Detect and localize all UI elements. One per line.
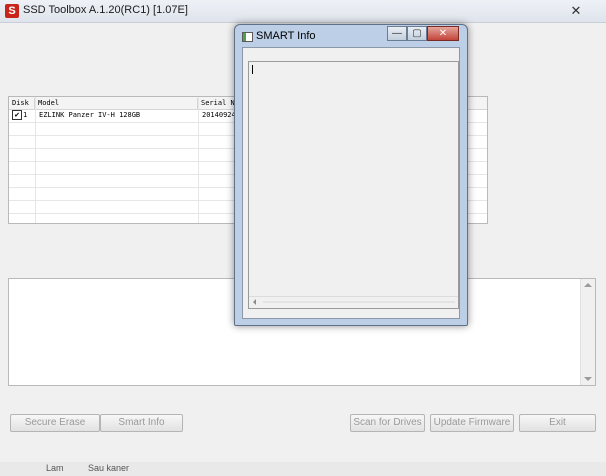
main-titlebar[interactable]: S SSD Toolbox A.1.20(RC1) [1.07E] ✕ <box>0 0 606 23</box>
smart-info-title: SMART Info <box>256 30 316 42</box>
smart-info-textbox[interactable] <box>248 61 459 309</box>
status-right-text: Sau kaner <box>88 463 130 473</box>
scroll-up-icon[interactable] <box>584 283 592 287</box>
minimize-button[interactable]: — <box>387 26 407 41</box>
smart-info-client <box>242 47 460 319</box>
smart-close-button[interactable]: ✕ <box>427 26 459 41</box>
column-header-model[interactable]: Model <box>35 98 198 109</box>
smart-info-button[interactable]: Smart Info <box>100 414 183 432</box>
app-logo-icon: S <box>5 4 19 18</box>
log-vertical-scrollbar[interactable] <box>580 279 595 385</box>
exit-button[interactable]: Exit <box>519 414 596 432</box>
disk-model: EZLINK Panzer IV-H 128GB <box>39 111 141 119</box>
smart-info-titlebar[interactable]: SMART Info — ▢ ✕ <box>235 25 467 47</box>
secure-erase-button[interactable]: Secure Erase <box>10 414 100 432</box>
window-title: SSD Toolbox A.1.20(RC1) [1.07E] <box>23 4 188 16</box>
smart-info-window: SMART Info — ▢ ✕ <box>234 24 468 326</box>
disk-number: 1 <box>23 111 28 119</box>
scan-for-drives-button[interactable]: Scan for Drives <box>350 414 425 432</box>
disk-serial: 20140924 <box>202 111 236 119</box>
column-header-disk[interactable]: Disk <box>9 98 35 109</box>
text-caret <box>252 65 253 74</box>
smart-horizontal-scrollbar[interactable] <box>249 296 458 308</box>
status-strip: Lam Sau kaner <box>0 462 606 476</box>
scroll-left-icon[interactable] <box>253 299 256 305</box>
disk-checkbox[interactable]: ✔ <box>12 110 22 120</box>
status-left-text: Lam <box>46 463 64 473</box>
scroll-track[interactable] <box>263 301 455 303</box>
main-close-button[interactable]: ✕ <box>554 4 598 18</box>
maximize-button[interactable]: ▢ <box>407 26 427 41</box>
update-firmware-button[interactable]: Update Firmware <box>430 414 514 432</box>
scroll-down-icon[interactable] <box>584 377 592 381</box>
window-app-icon <box>242 32 253 42</box>
